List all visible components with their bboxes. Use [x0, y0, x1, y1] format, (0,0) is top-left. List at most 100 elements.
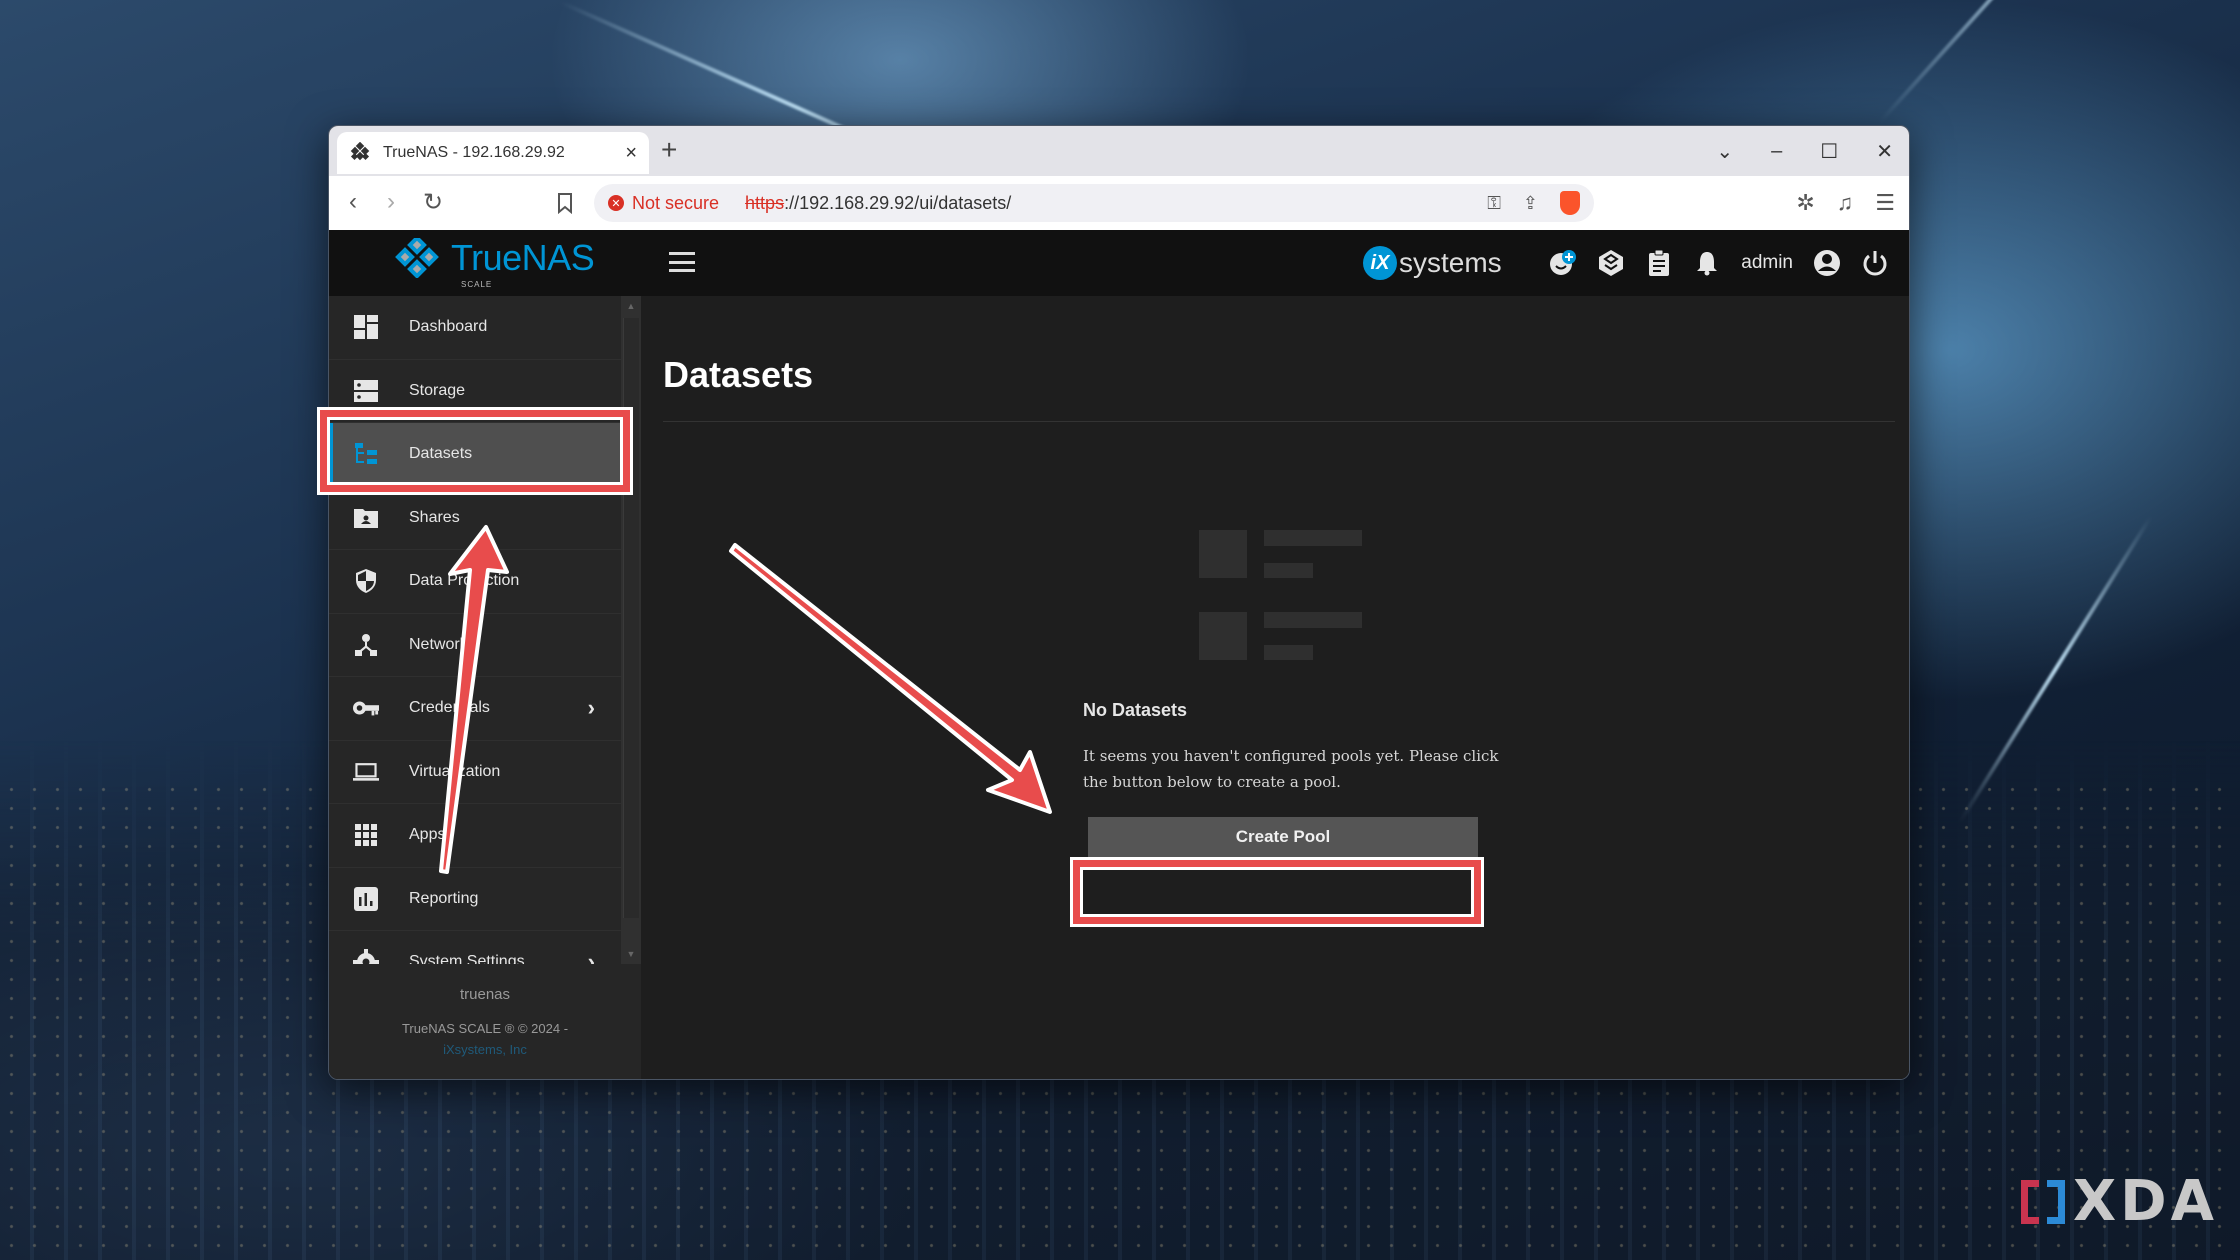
sidebar-item-network[interactable]: Network: [329, 614, 621, 677]
topbar-actions: admin: [1549, 230, 1889, 296]
power-icon[interactable]: [1861, 249, 1889, 277]
scroll-up-icon[interactable]: ▲: [621, 296, 641, 316]
storage-icon: [353, 378, 379, 404]
empty-state: No Datasets It seems you haven't configu…: [1083, 530, 1503, 857]
sidebar-item-label: Virtualization: [409, 762, 501, 780]
title-divider: [663, 421, 1895, 422]
browser-tab[interactable]: TrueNAS - 192.168.29.92 ×: [337, 132, 649, 174]
xda-logo-bracket-left-icon: [2021, 1179, 2039, 1224]
url-scheme: https: [745, 192, 785, 213]
extensions-icon[interactable]: ✲: [1796, 190, 1814, 216]
vendor-link[interactable]: iXsystems, Inc: [329, 1042, 641, 1057]
truenas-logo-icon: [395, 238, 439, 278]
sidebar-item-storage[interactable]: Storage: [329, 360, 621, 423]
dashboard-icon: [353, 314, 379, 340]
sidebar-item-label: Datasets: [409, 445, 473, 463]
address-bar: ‹ › ↻ ✕ Not secure https://192.168.29.92…: [329, 176, 1909, 230]
brand-name: TrueNAS: [451, 237, 595, 278]
xda-watermark: XDA: [2021, 1169, 2218, 1234]
sidebar-item-label: Reporting: [409, 889, 479, 907]
sidebar-item-label: Shares: [409, 508, 460, 526]
sidebar-scrollbar[interactable]: ▲ ▼: [621, 296, 641, 964]
account-circle-icon[interactable]: [1813, 249, 1841, 277]
forward-icon[interactable]: ›: [387, 188, 395, 216]
bar-chart-icon: [353, 886, 379, 912]
ix-logo-text: systems: [1399, 247, 1502, 278]
brand-edition: SCALE: [461, 280, 493, 289]
sidebar-item-reporting[interactable]: Reporting: [329, 868, 621, 931]
close-window-icon[interactable]: ✕: [1876, 139, 1893, 164]
hostname: truenas: [459, 986, 511, 1003]
truecommand-icon[interactable]: [1597, 249, 1625, 277]
sidebar-item-label: Network: [409, 635, 468, 653]
omnibox-icons: ⚿ ⇪: [1487, 184, 1580, 222]
key-icon[interactable]: ⚿: [1487, 193, 1501, 214]
omnibox[interactable]: ✕ Not secure https://192.168.29.92/ui/da…: [594, 184, 1594, 222]
empty-state-message: It seems you haven't configured pools ye…: [1083, 747, 1499, 791]
sidebar-item-label: Apps: [409, 826, 446, 844]
tab-search-icon[interactable]: ⌄: [1716, 139, 1733, 164]
laptop-icon: [353, 759, 379, 785]
scroll-down-icon[interactable]: ▼: [621, 944, 641, 964]
sidebar-item-label: Dashboard: [409, 318, 488, 336]
sidebar-item-apps[interactable]: Apps: [329, 804, 621, 868]
empty-state-title: No Datasets: [1083, 700, 1188, 720]
apps-grid-icon: [353, 822, 379, 848]
menu-icon[interactable]: ☰: [1875, 190, 1895, 216]
share-icon[interactable]: ⇪: [1523, 193, 1538, 214]
notifications-bell-icon[interactable]: [1693, 249, 1721, 277]
shares-icon: [353, 505, 379, 531]
sidebar-item-label: System Settings: [409, 953, 525, 964]
minimize-icon[interactable]: –: [1771, 140, 1782, 163]
sidebar-item-dashboard[interactable]: Dashboard: [329, 296, 621, 360]
not-secure-icon: ✕: [608, 195, 624, 211]
ix-logo-mark: iX: [1363, 246, 1397, 280]
datasets-icon: [353, 441, 379, 467]
new-tab-button[interactable]: +: [661, 134, 677, 166]
jobs-clipboard-icon[interactable]: [1645, 249, 1673, 277]
browser-window: TrueNAS - 192.168.29.92 × + ⌄ – ☐ ✕ ‹ › …: [328, 125, 1910, 1080]
truenas-app: TrueNAS SCALE iX systems admin Dashboard…: [329, 230, 1909, 1079]
page-title: Datasets: [663, 354, 814, 395]
feedback-icon[interactable]: [1549, 249, 1577, 277]
tab-close-icon[interactable]: ×: [625, 142, 637, 165]
sidebar-item-label: Data Protection: [409, 572, 520, 590]
sidebar-item-virtualization[interactable]: Virtualization: [329, 741, 621, 804]
copyright-text: TrueNAS SCALE ® © 2024 -: [401, 1021, 569, 1036]
main-content: Datasets No Datasets It seems you haven'…: [641, 296, 1909, 1079]
ixsystems-logo[interactable]: iX systems: [1363, 246, 1502, 280]
sidebar-item-label: Credentials: [409, 699, 490, 717]
sidebar-toggle-button[interactable]: [669, 252, 695, 272]
sidebar-item-credentials[interactable]: Credentials ›: [329, 677, 621, 741]
username-label[interactable]: admin: [1741, 252, 1793, 274]
truenas-logo[interactable]: TrueNAS SCALE: [391, 237, 595, 289]
media-icon[interactable]: ♫: [1837, 190, 1854, 216]
sidebar-item-datasets[interactable]: Datasets: [329, 423, 621, 487]
empty-state-illustration-icon: [1199, 530, 1369, 662]
url-field[interactable]: https://192.168.29.92/ui/datasets/: [745, 193, 1011, 214]
sidebar: Dashboard Storage Datasets Shares Data P…: [329, 296, 641, 1079]
network-icon: [353, 632, 379, 658]
security-status[interactable]: Not secure: [632, 193, 719, 214]
sidebar-item-shares[interactable]: Shares: [329, 487, 621, 550]
xda-logo-bracket-right-icon: [2047, 1179, 2065, 1224]
shield-icon: [353, 568, 379, 594]
back-icon[interactable]: ‹: [349, 188, 357, 216]
reload-icon[interactable]: ↻: [423, 188, 443, 217]
brave-shields-icon[interactable]: [1560, 191, 1580, 215]
maximize-icon[interactable]: ☐: [1820, 139, 1838, 164]
chevron-right-icon: ›: [587, 695, 595, 721]
background-light-streak: [1878, 0, 2230, 124]
key-icon: [353, 695, 379, 721]
tab-title: TrueNAS - 192.168.29.92: [383, 144, 565, 161]
tab-bar: TrueNAS - 192.168.29.92 × + ⌄ – ☐ ✕: [329, 126, 1909, 176]
sidebar-scrollbar-thumb[interactable]: [623, 318, 639, 918]
sidebar-item-system-settings[interactable]: System Settings ›: [329, 931, 621, 964]
bookmark-icon[interactable]: [557, 192, 573, 214]
chevron-right-icon: ›: [587, 949, 595, 964]
create-pool-button[interactable]: Create Pool: [1088, 817, 1478, 857]
sidebar-item-data-protection[interactable]: Data Protection: [329, 550, 621, 614]
sidebar-nav: Dashboard Storage Datasets Shares Data P…: [329, 296, 621, 964]
xda-watermark-text: XDA: [2073, 1169, 2218, 1234]
sidebar-item-label: Storage: [409, 381, 466, 399]
